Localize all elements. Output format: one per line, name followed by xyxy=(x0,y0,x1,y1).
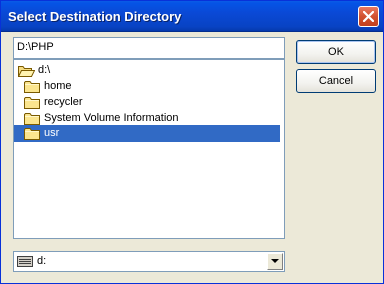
open-folder-icon xyxy=(18,66,35,77)
list-item-label: System Volume Information xyxy=(44,112,179,124)
drive-icon xyxy=(17,256,33,267)
list-item-label: recycler xyxy=(44,96,83,108)
close-button[interactable] xyxy=(358,6,379,27)
close-icon xyxy=(363,11,374,22)
list-item-home[interactable]: home xyxy=(14,78,280,95)
path-input[interactable]: D:\PHP xyxy=(13,37,285,59)
chevron-down-icon xyxy=(271,259,279,263)
title-bar[interactable]: Select Destination Directory xyxy=(1,1,383,32)
list-item-label: home xyxy=(44,80,72,92)
folder-icon xyxy=(24,113,40,125)
window-title: Select Destination Directory xyxy=(8,9,182,24)
list-item-label: usr xyxy=(44,127,60,139)
list-item-recycler[interactable]: recycler xyxy=(14,94,280,111)
cancel-button[interactable]: Cancel xyxy=(296,69,376,93)
drive-select-value: d: xyxy=(37,255,47,267)
list-item-usr[interactable]: usr xyxy=(14,125,280,142)
folder-icon xyxy=(24,81,40,93)
folder-icon xyxy=(24,97,40,109)
dialog-window: Select Destination Directory D:\PHP OK C… xyxy=(0,0,384,284)
drive-select[interactable]: d: xyxy=(13,251,285,272)
list-item-label: d:\ xyxy=(38,64,51,76)
folder-icon xyxy=(24,128,40,140)
path-input-value: D:\PHP xyxy=(17,41,54,53)
drive-dropdown-button[interactable] xyxy=(267,253,283,270)
ok-button[interactable]: OK xyxy=(296,40,376,64)
directory-list[interactable]: d:\ home recycler System Volume Informat… xyxy=(13,59,285,239)
list-item-drive-root[interactable]: d:\ xyxy=(14,62,280,79)
